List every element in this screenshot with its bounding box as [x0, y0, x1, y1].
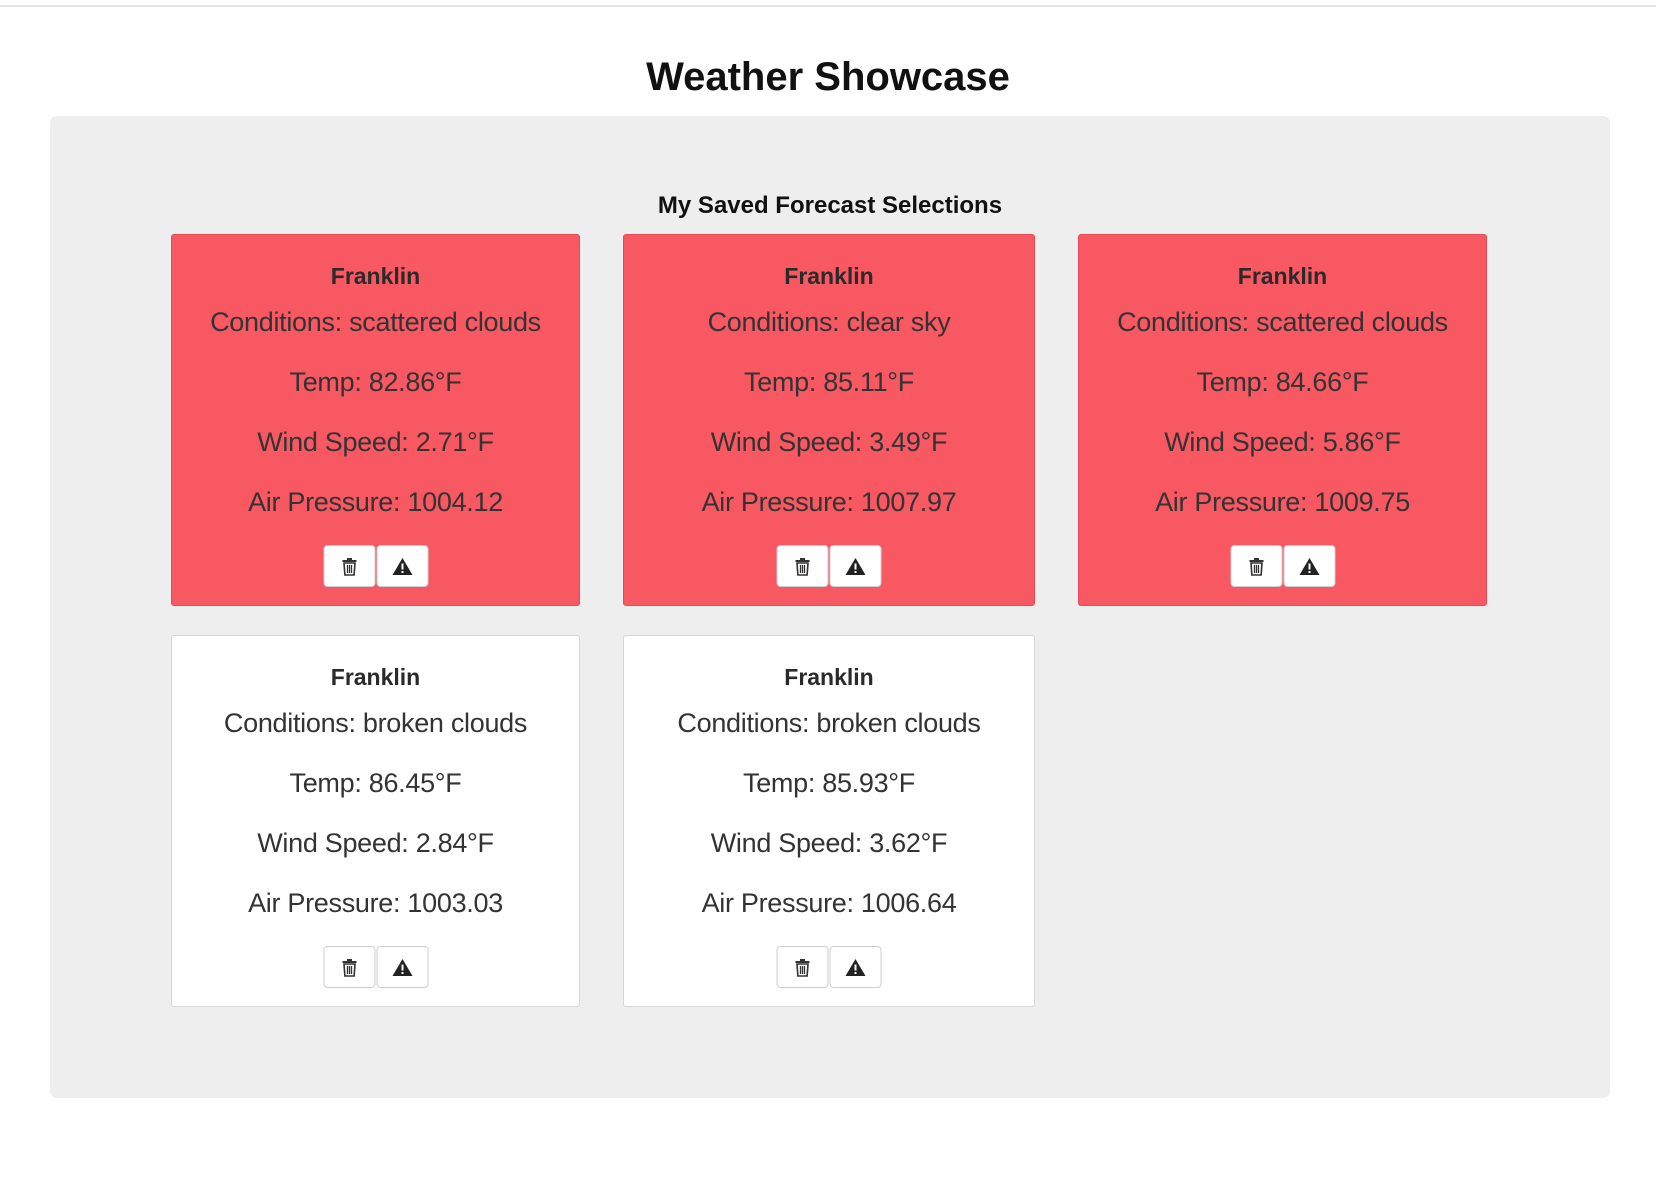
card-wind-speed: Wind Speed: 5.86°F — [1164, 427, 1401, 457]
trash-icon — [1249, 557, 1263, 576]
card-wind-speed: Wind Speed: 3.62°F — [710, 828, 948, 858]
warning-icon — [845, 557, 866, 575]
forecast-card: Franklin Conditions: broken clouds Temp:… — [171, 635, 580, 1007]
card-temp: Temp: 86.45°F — [289, 768, 462, 798]
trash-icon — [795, 557, 810, 576]
card-wind-speed: Wind Speed: 2.84°F — [257, 828, 494, 858]
card-conditions: Conditions: scattered clouds — [210, 307, 541, 337]
card-actions — [776, 545, 882, 587]
card-air-pressure: Air Pressure: 1007.97 — [701, 487, 957, 517]
card-city: Franklin — [1237, 263, 1328, 289]
card-wind-speed: Wind Speed: 3.49°F — [710, 427, 948, 457]
saved-forecasts-panel: My Saved Forecast Selections Franklin Co… — [50, 116, 1610, 1098]
card-city: Franklin — [330, 263, 421, 289]
forecast-card: Franklin Conditions: broken clouds Temp:… — [623, 635, 1035, 1007]
top-border — [0, 0, 1656, 7]
card-air-pressure: Air Pressure: 1004.12 — [248, 487, 503, 517]
trash-icon — [342, 958, 356, 977]
alert-button[interactable] — [376, 545, 428, 587]
card-actions — [323, 946, 428, 988]
card-temp: Temp: 82.86°F — [289, 367, 462, 397]
trash-icon — [342, 557, 356, 576]
alert-button[interactable] — [1283, 545, 1335, 587]
card-actions — [323, 545, 428, 587]
card-wind-speed: Wind Speed: 2.71°F — [257, 427, 494, 457]
trash-icon — [795, 958, 810, 977]
forecast-grid: Franklin Conditions: scattered clouds Te… — [171, 234, 1487, 1007]
card-city: Franklin — [784, 263, 874, 289]
card-conditions: Conditions: clear sky — [707, 307, 951, 337]
card-city: Franklin — [784, 664, 874, 690]
delete-button[interactable] — [323, 545, 375, 587]
card-air-pressure: Air Pressure: 1003.03 — [248, 888, 503, 918]
warning-icon — [392, 958, 412, 976]
delete-button[interactable] — [776, 946, 829, 988]
card-conditions: Conditions: broken clouds — [223, 708, 528, 738]
card-temp: Temp: 84.66°F — [1196, 367, 1369, 397]
card-conditions: Conditions: broken clouds — [677, 708, 981, 738]
card-conditions: Conditions: scattered clouds — [1117, 307, 1448, 337]
delete-button[interactable] — [323, 946, 375, 988]
card-air-pressure: Air Pressure: 1006.64 — [701, 888, 957, 918]
warning-icon — [845, 958, 866, 976]
alert-button[interactable] — [376, 946, 428, 988]
card-actions — [1230, 545, 1335, 587]
forecast-card: Franklin Conditions: scattered clouds Te… — [171, 234, 580, 606]
card-actions — [776, 946, 882, 988]
page-title: Weather Showcase — [646, 55, 1010, 99]
card-temp: Temp: 85.11°F — [744, 367, 914, 397]
section-title: My Saved Forecast Selections — [657, 192, 1003, 219]
card-temp: Temp: 85.93°F — [743, 768, 915, 798]
delete-button[interactable] — [1230, 545, 1282, 587]
card-city: Franklin — [330, 664, 421, 690]
alert-button[interactable] — [829, 946, 882, 988]
forecast-card: Franklin Conditions: scattered clouds Te… — [1078, 234, 1487, 606]
warning-icon — [392, 557, 412, 575]
warning-icon — [1299, 557, 1319, 575]
alert-button[interactable] — [829, 545, 882, 587]
forecast-card: Franklin Conditions: clear sky Temp: 85.… — [623, 234, 1035, 606]
delete-button[interactable] — [776, 545, 829, 587]
card-air-pressure: Air Pressure: 1009.75 — [1155, 487, 1410, 517]
